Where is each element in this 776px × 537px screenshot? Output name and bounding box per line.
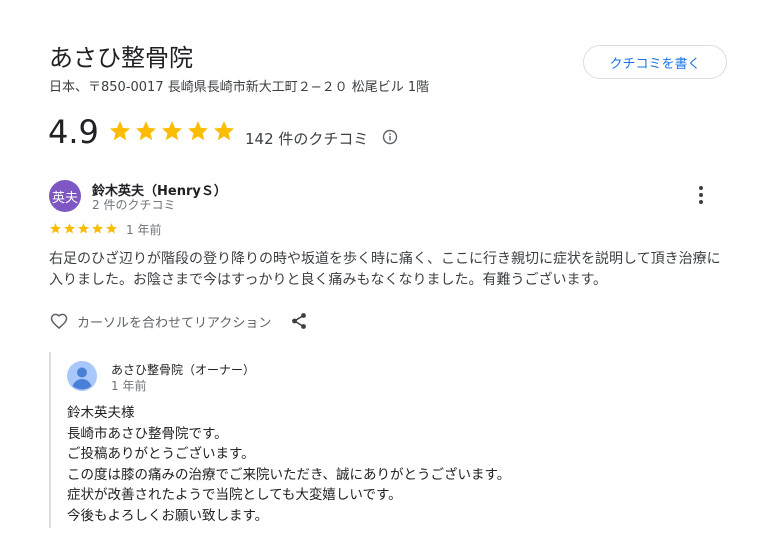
owner-reply-line: 症状が改善されたようで当院としても大変嬉しいです。 bbox=[67, 487, 402, 504]
star-icon bbox=[78, 223, 89, 234]
owner-reply-line: 長崎市あさひ整骨院です。 bbox=[67, 425, 228, 442]
write-review-button[interactable]: クチコミを書く bbox=[583, 45, 727, 79]
owner-reply-line: ご投稿ありがとうございます。 bbox=[67, 446, 255, 463]
reviewer-avatar[interactable]: 英夫 bbox=[49, 180, 81, 212]
star-icon bbox=[162, 121, 182, 141]
info-icon[interactable] bbox=[382, 129, 398, 145]
react-button[interactable]: カーソルを合わせてリアクション bbox=[49, 311, 271, 331]
review-stars bbox=[49, 222, 118, 235]
business-address: 日本、〒850-0017 長崎県長崎市新大工町２−２０ 松尾ビル 1階 bbox=[49, 80, 430, 95]
review-date: 1 年前 bbox=[126, 223, 162, 237]
star-icon bbox=[136, 121, 156, 141]
star-icon bbox=[92, 223, 103, 234]
business-name: あさひ整骨院 bbox=[49, 44, 193, 72]
owner-reply-date: 1 年前 bbox=[111, 379, 147, 393]
react-label: カーソルを合わせてリアクション bbox=[77, 315, 272, 331]
owner-avatar-icon bbox=[67, 361, 97, 391]
heart-icon bbox=[50, 313, 68, 330]
share-icon[interactable] bbox=[290, 312, 308, 330]
reviewer-review-count: 2 件のクチコミ bbox=[92, 198, 176, 212]
average-rating-stars bbox=[108, 119, 236, 143]
star-icon bbox=[214, 121, 234, 141]
average-rating: 4.9 bbox=[48, 113, 99, 151]
owner-reply-line: 鈴木英夫様 bbox=[67, 405, 135, 421]
more-options-icon[interactable] bbox=[693, 184, 709, 206]
star-icon bbox=[188, 121, 208, 141]
owner-name: あさひ整骨院（オーナー） bbox=[111, 363, 256, 377]
review-text: 右足のひざ辺りが階段の登り降りの時や坂道を歩く時に痛く、ここに行き親切に症状を説… bbox=[49, 251, 721, 288]
star-icon bbox=[64, 223, 75, 234]
star-icon bbox=[110, 121, 130, 141]
owner-reply-line: この度は膝の痛みの治療でご来院いただき、誠にありがとうございます。 bbox=[67, 466, 511, 483]
owner-reply-line: 今後もよろしくお願い致します。 bbox=[67, 507, 269, 524]
review-count: 142 件のクチコミ bbox=[245, 130, 369, 148]
owner-reply-divider bbox=[49, 352, 51, 528]
owner-reply-text: 鈴木英夫様 長崎市あさひ整骨院です。 ご投稿ありがとうございます。 この度は膝の… bbox=[67, 403, 717, 527]
star-icon bbox=[106, 223, 117, 234]
star-icon bbox=[50, 223, 61, 234]
